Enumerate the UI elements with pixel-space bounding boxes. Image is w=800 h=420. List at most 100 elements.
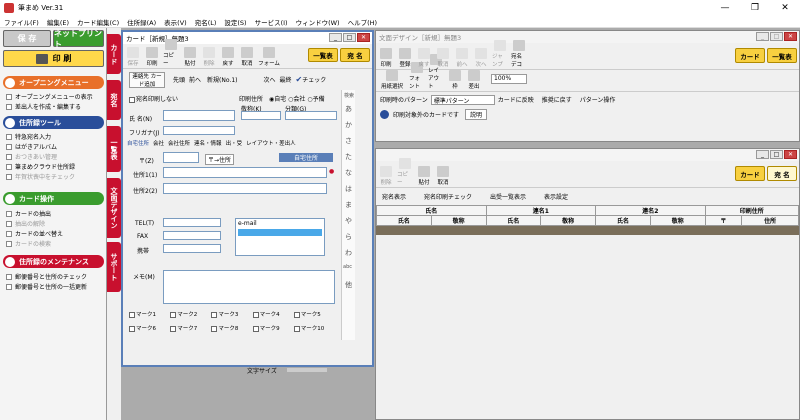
design-max-icon[interactable]: □: [770, 32, 783, 41]
kana-na[interactable]: な: [345, 168, 352, 178]
mark7-checkbox[interactable]: マーク7: [170, 324, 211, 332]
mark6-checkbox[interactable]: マーク6: [129, 324, 170, 332]
close-icon[interactable]: ✕: [770, 0, 800, 16]
list-atena-button[interactable]: 宛 名: [767, 166, 797, 181]
last-button[interactable]: 最終: [280, 75, 292, 84]
tab-outin[interactable]: 出・受: [226, 139, 243, 149]
col-joint2-name[interactable]: 氏名: [595, 215, 651, 226]
atena-deco-button[interactable]: 宛名デコ: [511, 40, 527, 68]
menu-item-card-extract[interactable]: カードの抽出: [6, 209, 104, 218]
print-address-radio[interactable]: ◉自宅 ○会社 ○予備: [269, 94, 325, 103]
address1-input[interactable]: [163, 167, 327, 178]
kana-ya[interactable]: や: [345, 216, 352, 226]
menu-item-card-sort[interactable]: カードの並べ替え: [6, 229, 104, 238]
design-min-icon[interactable]: _: [756, 32, 769, 41]
sender-button[interactable]: 差出: [466, 70, 482, 90]
name-input[interactable]: [163, 110, 235, 121]
pattern-op-button[interactable]: パターン操作: [580, 95, 616, 104]
paper-select-button[interactable]: 用紙選択: [378, 70, 406, 90]
maximize-icon[interactable]: ❐: [740, 0, 770, 16]
design-next-button[interactable]: 次へ: [473, 48, 489, 68]
menu-item-extract-clear[interactable]: 抽出の解除: [6, 219, 104, 228]
card-form-button[interactable]: フォーム: [258, 47, 280, 67]
menu-item-relationship[interactable]: おつきあい管理: [6, 152, 104, 161]
explain-button[interactable]: 説明: [465, 108, 488, 120]
menu-settings[interactable]: 設定(S): [220, 17, 250, 27]
list-min-icon[interactable]: _: [756, 150, 769, 159]
card-cancel-button[interactable]: 取消: [239, 47, 255, 67]
next-button[interactable]: 次へ: [264, 75, 276, 84]
card-min-icon[interactable]: _: [329, 33, 342, 42]
mark5-checkbox[interactable]: マーク5: [293, 310, 335, 318]
outin-list-button[interactable]: 出受一覧表示: [490, 192, 526, 201]
atena-check-button[interactable]: 宛名印刷チェック: [424, 192, 472, 201]
no-print-checkbox[interactable]: 宛名印刷しない: [129, 94, 178, 103]
tab-card[interactable]: カード: [107, 34, 121, 74]
menu-item-mourning-check[interactable]: 年賀状喪中をチェック: [6, 172, 104, 181]
mark1-checkbox[interactable]: マーク1: [129, 310, 170, 318]
email-input[interactable]: [238, 229, 322, 236]
menu-label[interactable]: 宛名(L): [191, 17, 221, 27]
col-joint2-title[interactable]: 敬称: [649, 215, 706, 226]
menu-item-card-search[interactable]: カードの検索: [6, 239, 104, 248]
col-group-address[interactable]: 印刷住所: [704, 205, 800, 216]
add-contact-button[interactable]: 連絡先 カード追加: [129, 71, 165, 88]
list-card-button[interactable]: カード: [735, 166, 765, 181]
col-title[interactable]: 敬称: [430, 215, 487, 226]
reflect-button[interactable]: カードに反映: [498, 95, 534, 104]
col-address[interactable]: 住所: [741, 215, 799, 226]
check-button[interactable]: ✔チェック: [296, 75, 327, 84]
zip-to-address-button[interactable]: 〒→住所: [205, 154, 235, 165]
col-group-joint2[interactable]: 連名2: [595, 205, 706, 216]
show-atena-button[interactable]: 宛名表示: [382, 192, 406, 201]
zip-input[interactable]: [163, 152, 199, 163]
address-tools-header[interactable]: 住所録ツール: [3, 116, 104, 129]
col-group-joint1[interactable]: 連名1: [485, 205, 597, 216]
save-button[interactable]: 保 存: [3, 30, 51, 47]
card-delete-button[interactable]: 削除: [201, 47, 217, 67]
card-save-button[interactable]: 保存: [125, 47, 141, 67]
list-paste-button[interactable]: 貼付: [416, 166, 432, 186]
menu-item-opening-show[interactable]: オープニングメニューの表示: [6, 92, 104, 101]
design-register-button[interactable]: 登録: [397, 48, 413, 68]
netprint-button[interactable]: ネットプリント: [53, 29, 104, 49]
maintenance-header[interactable]: 住所録のメンテナンス: [3, 255, 104, 268]
minimize-icon[interactable]: —: [710, 0, 740, 16]
tab-company[interactable]: 会社: [153, 139, 164, 149]
pattern-select[interactable]: 標準パターン: [430, 94, 495, 105]
kana-search[interactable]: 検索: [344, 92, 354, 99]
card-undo-button[interactable]: 戻す: [220, 47, 236, 67]
kana-a[interactable]: あ: [345, 104, 352, 114]
class-select[interactable]: [285, 111, 337, 120]
title-select[interactable]: [241, 111, 281, 120]
table-row-selected[interactable]: [376, 226, 799, 235]
menu-item-sender-edit[interactable]: 差出人を作成・編集する: [6, 102, 104, 111]
email-box[interactable]: e-mail: [235, 218, 325, 256]
list-delete-button[interactable]: 削除: [378, 166, 394, 186]
menu-view[interactable]: 表示(V): [160, 17, 191, 27]
menu-window[interactable]: ウィンドウ(W): [292, 17, 344, 27]
tab-company-address[interactable]: 会社住所: [168, 139, 190, 149]
kana-ta[interactable]: た: [345, 152, 352, 162]
mark4-checkbox[interactable]: マーク4: [252, 310, 294, 318]
tel-input[interactable]: [163, 218, 221, 227]
card-list-button[interactable]: 一覧表: [308, 48, 338, 62]
menu-item-postcard-album[interactable]: はがきアルバム: [6, 142, 104, 151]
mark10-checkbox[interactable]: マーク10: [293, 324, 335, 332]
fax-input[interactable]: [163, 231, 221, 240]
tab-design[interactable]: 文面デザイン: [107, 178, 121, 238]
col-zip[interactable]: 〒: [704, 215, 743, 226]
menu-item-zip-check[interactable]: 郵便番号と住所のチェック: [6, 272, 104, 281]
tab-support[interactable]: サポート: [107, 242, 121, 292]
mark8-checkbox[interactable]: マーク8: [211, 324, 252, 332]
frame-button[interactable]: 枠: [447, 70, 463, 90]
kana-other[interactable]: 他: [345, 280, 352, 290]
menu-service[interactable]: サービス(I): [251, 17, 292, 27]
card-max-icon[interactable]: □: [343, 33, 356, 42]
kana-wa[interactable]: わ: [345, 248, 352, 258]
design-undo-button[interactable]: 戻す: [416, 48, 432, 68]
map-pin-icon[interactable]: ●: [329, 168, 334, 175]
design-cancel-button[interactable]: 取消: [435, 48, 451, 68]
menu-file[interactable]: ファイル(F): [0, 17, 43, 27]
list-close-icon[interactable]: ✕: [784, 150, 797, 159]
